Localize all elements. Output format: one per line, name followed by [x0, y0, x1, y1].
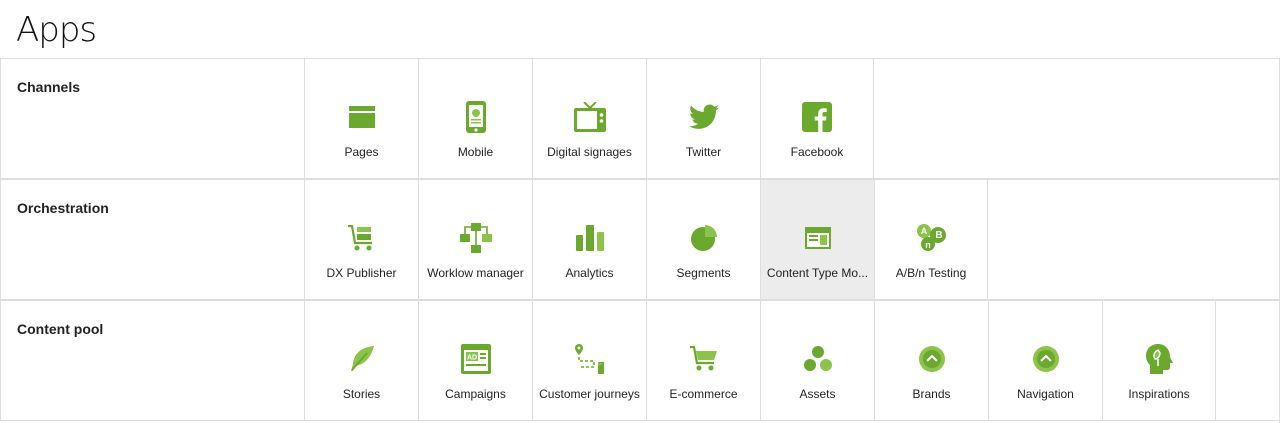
- app-tile-inspirations[interactable]: Inspirations: [1102, 300, 1216, 421]
- app-tile-label: Pages: [344, 145, 379, 159]
- app-tile-segments[interactable]: Segments: [646, 179, 760, 300]
- shopping-cart-icon: [686, 341, 722, 377]
- app-tile-label: Brands: [912, 387, 951, 401]
- section-label: Orchestration: [17, 200, 109, 216]
- feather-icon: [344, 341, 380, 377]
- app-tile-digital-signages[interactable]: Digital signages: [532, 58, 646, 179]
- app-tile-assets[interactable]: Assets: [760, 300, 874, 421]
- workflow-icon: [458, 220, 494, 256]
- section-label: Content pool: [17, 321, 104, 337]
- section-orchestration: Orchestration DX Publisher Worklow manag…: [0, 179, 1280, 300]
- app-tile-label: Analytics: [565, 266, 614, 280]
- brands-icon: [914, 341, 950, 377]
- app-tile-twitter[interactable]: Twitter: [646, 58, 760, 179]
- tv-icon: [572, 99, 608, 135]
- app-tile-label: Content Type Mo...: [766, 266, 869, 280]
- app-tile-navigation[interactable]: Navigation: [988, 300, 1102, 421]
- app-tile-brands[interactable]: Brands: [874, 300, 988, 421]
- page-title: Apps: [16, 10, 97, 50]
- svg-text:B: B: [935, 230, 942, 241]
- app-tile-stories[interactable]: Stories: [304, 300, 418, 421]
- navigation-icon: [1028, 341, 1064, 377]
- app-tile-label: Worklow manager: [427, 266, 524, 280]
- journey-icon: [572, 341, 608, 377]
- app-tile-label: Assets: [799, 387, 836, 401]
- section-label: Channels: [17, 79, 81, 95]
- tiles-row: Pages Mobile Digital signages Twitter Fa…: [304, 58, 874, 179]
- app-tile-label: Inspirations: [1128, 387, 1190, 401]
- app-tile-label: Digital signages: [547, 145, 632, 159]
- app-tile-label: Stories: [342, 387, 381, 401]
- assets-icon: [800, 341, 836, 377]
- app-tile-workflow-manager[interactable]: Worklow manager: [418, 179, 532, 300]
- app-tile-facebook[interactable]: Facebook: [760, 58, 874, 179]
- app-tile-dx-publisher[interactable]: DX Publisher: [304, 179, 418, 300]
- app-tile-e-commerce[interactable]: E-commerce: [646, 300, 760, 421]
- app-tile-label: DX Publisher: [326, 266, 397, 280]
- tiles-row: DX Publisher Worklow manager Analytics S…: [304, 179, 988, 300]
- app-tile-label: Campaigns: [445, 387, 506, 401]
- app-tile-abn-testing[interactable]: A B n A/B/n Testing: [874, 179, 988, 300]
- svg-text:AD: AD: [466, 355, 476, 362]
- twitter-icon: [686, 99, 722, 135]
- app-tile-label: Navigation: [1017, 387, 1074, 401]
- app-tile-label: Mobile: [457, 145, 494, 159]
- content-type-icon: [800, 220, 836, 256]
- head-leaf-icon: [1141, 341, 1177, 377]
- app-tile-label: Twitter: [685, 145, 722, 159]
- section-content-pool: Content pool Stories AD Campaigns Custom…: [0, 300, 1280, 421]
- app-tile-label: Customer journeys: [539, 387, 640, 401]
- mobile-icon: [458, 99, 494, 135]
- pie-chart-icon: [686, 220, 722, 256]
- ad-icon: AD: [458, 341, 494, 377]
- app-tile-analytics[interactable]: Analytics: [532, 179, 646, 300]
- app-tile-label: A/B/n Testing: [895, 266, 967, 280]
- facebook-icon: [799, 99, 835, 135]
- section-header: Content pool: [0, 300, 304, 420]
- abn-testing-icon: A B n: [913, 220, 949, 256]
- svg-text:n: n: [925, 240, 931, 250]
- section-header: Orchestration: [0, 179, 304, 299]
- app-tile-label: Facebook: [790, 145, 844, 159]
- app-tile-customer-journeys[interactable]: Customer journeys: [532, 300, 646, 421]
- tiles-row: Stories AD Campaigns Customer journeys E…: [304, 300, 1216, 421]
- bar-chart-icon: [572, 220, 608, 256]
- svg-text:A: A: [921, 226, 928, 236]
- app-tile-mobile[interactable]: Mobile: [418, 58, 532, 179]
- app-tile-pages[interactable]: Pages: [304, 58, 418, 179]
- app-tile-campaigns[interactable]: AD Campaigns: [418, 300, 532, 421]
- cart-publisher-icon: [344, 220, 380, 256]
- app-tile-label: E-commerce: [669, 387, 738, 401]
- section-channels: Channels Pages Mobile Digital signages T…: [0, 58, 1280, 179]
- section-header: Channels: [0, 58, 304, 178]
- app-tile-content-type-modeler[interactable]: Content Type Mo...: [760, 179, 874, 300]
- app-tile-label: Segments: [676, 266, 731, 280]
- pages-icon: [344, 99, 380, 135]
